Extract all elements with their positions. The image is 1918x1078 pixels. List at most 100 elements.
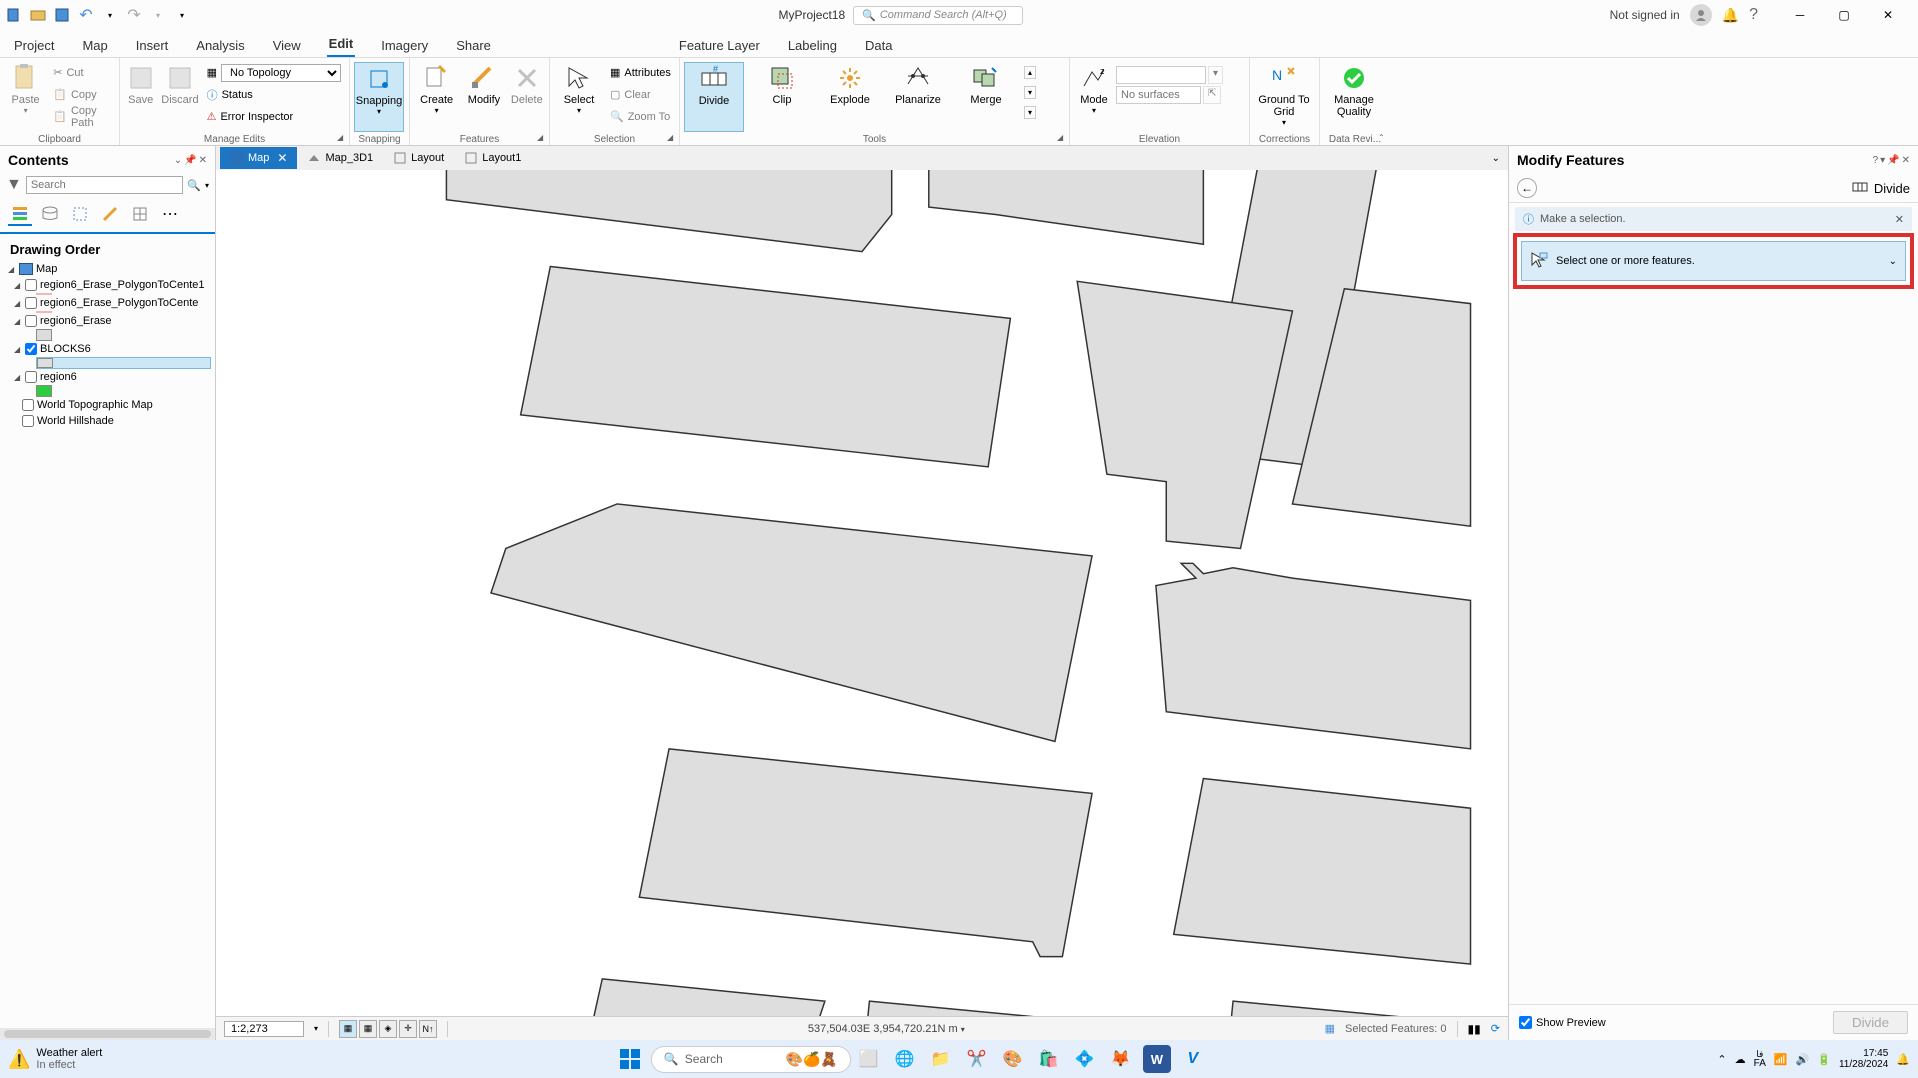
copilot-icon[interactable]: 💠	[1071, 1045, 1099, 1073]
tab-map[interactable]: Map	[80, 34, 109, 57]
toc-layer[interactable]: ◢BLOCKS6	[4, 341, 211, 357]
chevron-down-icon[interactable]: ⌄	[1889, 256, 1897, 267]
toc-layer[interactable]: World Topographic Map	[4, 397, 211, 413]
modify-help-icon[interactable]: ?	[1873, 155, 1879, 166]
toc-map-root[interactable]: ◢ Map	[4, 261, 211, 277]
snip-icon[interactable]: ✂️	[963, 1045, 991, 1073]
firefox-icon[interactable]: 🦊	[1107, 1045, 1135, 1073]
toc-layer[interactable]: ◢region6_Erase_PolygonToCente1	[4, 277, 211, 293]
store-icon[interactable]: 🛍️	[1035, 1045, 1063, 1073]
copy-path-button[interactable]: 📋Copy Path	[49, 106, 115, 127]
clip-tool-button[interactable]: Clip	[752, 62, 812, 132]
modify-pin-icon[interactable]: 📌	[1887, 155, 1899, 166]
elevation-mode-button[interactable]: z Mode ▾	[1074, 62, 1114, 132]
attributes-button[interactable]: ▦Attributes	[606, 62, 675, 83]
constraint-icon-3[interactable]: ◈	[379, 1020, 397, 1038]
layer-checkbox[interactable]	[22, 415, 34, 427]
contents-menu-icon[interactable]: ⌄	[174, 155, 182, 166]
layer-checkbox[interactable]	[25, 315, 37, 327]
save-edits-button[interactable]: Save	[124, 62, 157, 132]
task-view-icon[interactable]: ⬜	[855, 1045, 883, 1073]
avatar[interactable]	[1690, 4, 1712, 26]
view-tab-layout[interactable]: Layout	[383, 147, 454, 169]
search-go-icon[interactable]: 🔍	[187, 179, 201, 192]
modify-button[interactable]: Modify	[461, 62, 506, 132]
list-by-snapping-icon[interactable]	[128, 202, 152, 226]
list-by-selection-icon[interactable]	[68, 202, 92, 226]
merge-tool-button[interactable]: Merge	[956, 62, 1016, 132]
layer-swatch-selected[interactable]	[36, 357, 211, 369]
close-button[interactable]: ✕	[1866, 0, 1910, 30]
edge-icon[interactable]: 🌐	[891, 1045, 919, 1073]
clock[interactable]: 17:45 11/28/2024	[1839, 1048, 1888, 1070]
close-tab-icon[interactable]: ✕	[277, 151, 287, 165]
onedrive-icon[interactable]: ☁	[1735, 1053, 1746, 1066]
map-canvas[interactable]	[216, 170, 1508, 1016]
scale-dropdown-icon[interactable]: ▾	[314, 1024, 318, 1033]
layer-checkbox[interactable]	[22, 399, 34, 411]
tab-edit[interactable]: Edit	[327, 32, 356, 57]
redo-dropdown-icon[interactable]: ▾	[148, 5, 168, 25]
undo-dropdown-icon[interactable]: ▾	[100, 5, 120, 25]
copy-button[interactable]: 📋Copy	[49, 84, 115, 105]
tab-share[interactable]: Share	[454, 34, 493, 57]
select-features-dropdown[interactable]: Select one or more features. ⌄	[1521, 241, 1906, 281]
features-launcher[interactable]: ◢	[537, 133, 547, 143]
redo-icon[interactable]: ↷	[124, 5, 144, 25]
banner-close-icon[interactable]: ✕	[1895, 213, 1904, 226]
tab-project[interactable]: Project	[12, 34, 56, 57]
new-project-icon[interactable]	[4, 5, 24, 25]
topology-dropdown[interactable]: ▦No Topology	[203, 62, 345, 83]
error-inspector-button[interactable]: ⚠Error Inspector	[203, 106, 345, 127]
divide-tool-button[interactable]: # Divide	[684, 62, 744, 132]
back-button[interactable]: ←	[1517, 178, 1537, 198]
show-preview-checkbox[interactable]: Show Preview	[1519, 1016, 1606, 1029]
open-project-icon[interactable]	[28, 5, 48, 25]
app-icon[interactable]: V	[1179, 1045, 1207, 1073]
refresh-icon[interactable]: ⟳	[1491, 1022, 1500, 1035]
explode-tool-button[interactable]: Explode	[820, 62, 880, 132]
manage-edits-launcher[interactable]: ◢	[337, 133, 347, 143]
list-more-icon[interactable]: ⋯	[158, 202, 182, 226]
ribbon-collapse[interactable]: ⌃	[1378, 133, 1388, 143]
minimize-button[interactable]: ─	[1778, 0, 1822, 30]
manage-quality-button[interactable]: Manage Quality	[1324, 62, 1384, 132]
tab-labeling[interactable]: Labeling	[786, 34, 839, 57]
contents-close-icon[interactable]: ✕	[199, 155, 207, 166]
divide-apply-button[interactable]: Divide	[1833, 1011, 1908, 1034]
zoom-to-button[interactable]: 🔍Zoom To	[606, 106, 675, 127]
snapping-button[interactable]: Snapping ▾	[354, 62, 404, 132]
explorer-icon[interactable]: 📁	[927, 1045, 955, 1073]
network-icon[interactable]: 📶	[1774, 1053, 1788, 1066]
tray-chevron-icon[interactable]: ⌃	[1717, 1053, 1726, 1066]
cut-button[interactable]: ✂Cut	[49, 62, 115, 83]
weather-widget[interactable]: ⚠️ Weather alert In effect	[8, 1047, 102, 1071]
status-button[interactable]: ⓘStatus	[203, 84, 345, 105]
tools-scroll-up[interactable]: ▴	[1024, 66, 1036, 79]
discard-edits-button[interactable]: Discard	[159, 62, 200, 132]
list-by-drawing-icon[interactable]	[8, 202, 32, 226]
view-tab-map[interactable]: Map ✕	[220, 147, 297, 169]
tab-imagery[interactable]: Imagery	[379, 34, 430, 57]
start-button[interactable]	[613, 1042, 647, 1076]
tab-view[interactable]: View	[271, 34, 303, 57]
list-by-source-icon[interactable]	[38, 202, 62, 226]
ground-to-grid-button[interactable]: N Ground To Grid ▾	[1254, 62, 1314, 132]
modify-close-icon[interactable]: ✕	[1902, 155, 1910, 166]
tab-analysis[interactable]: Analysis	[194, 34, 246, 57]
tab-feature-layer[interactable]: Feature Layer	[677, 34, 762, 57]
view-tabs-dropdown[interactable]: ⌄	[1492, 153, 1500, 164]
tools-launcher[interactable]: ◢	[1057, 133, 1067, 143]
constraint-icon-5[interactable]: N↑	[419, 1020, 437, 1038]
toc-layer[interactable]: ◢region6_Erase	[4, 313, 211, 329]
filter-icon[interactable]: ▼	[6, 176, 22, 194]
qat-customize-icon[interactable]: ▾	[172, 5, 192, 25]
constraint-icon-4[interactable]: ✛	[399, 1020, 417, 1038]
signin-status[interactable]: Not signed in	[1610, 8, 1680, 22]
contents-pin-icon[interactable]: 📌	[184, 155, 196, 166]
layer-checkbox[interactable]	[25, 343, 37, 355]
selection-launcher[interactable]: ◢	[667, 133, 677, 143]
layer-checkbox[interactable]	[25, 279, 37, 291]
tab-insert[interactable]: Insert	[134, 34, 171, 57]
paint-icon[interactable]: 🎨	[999, 1045, 1027, 1073]
